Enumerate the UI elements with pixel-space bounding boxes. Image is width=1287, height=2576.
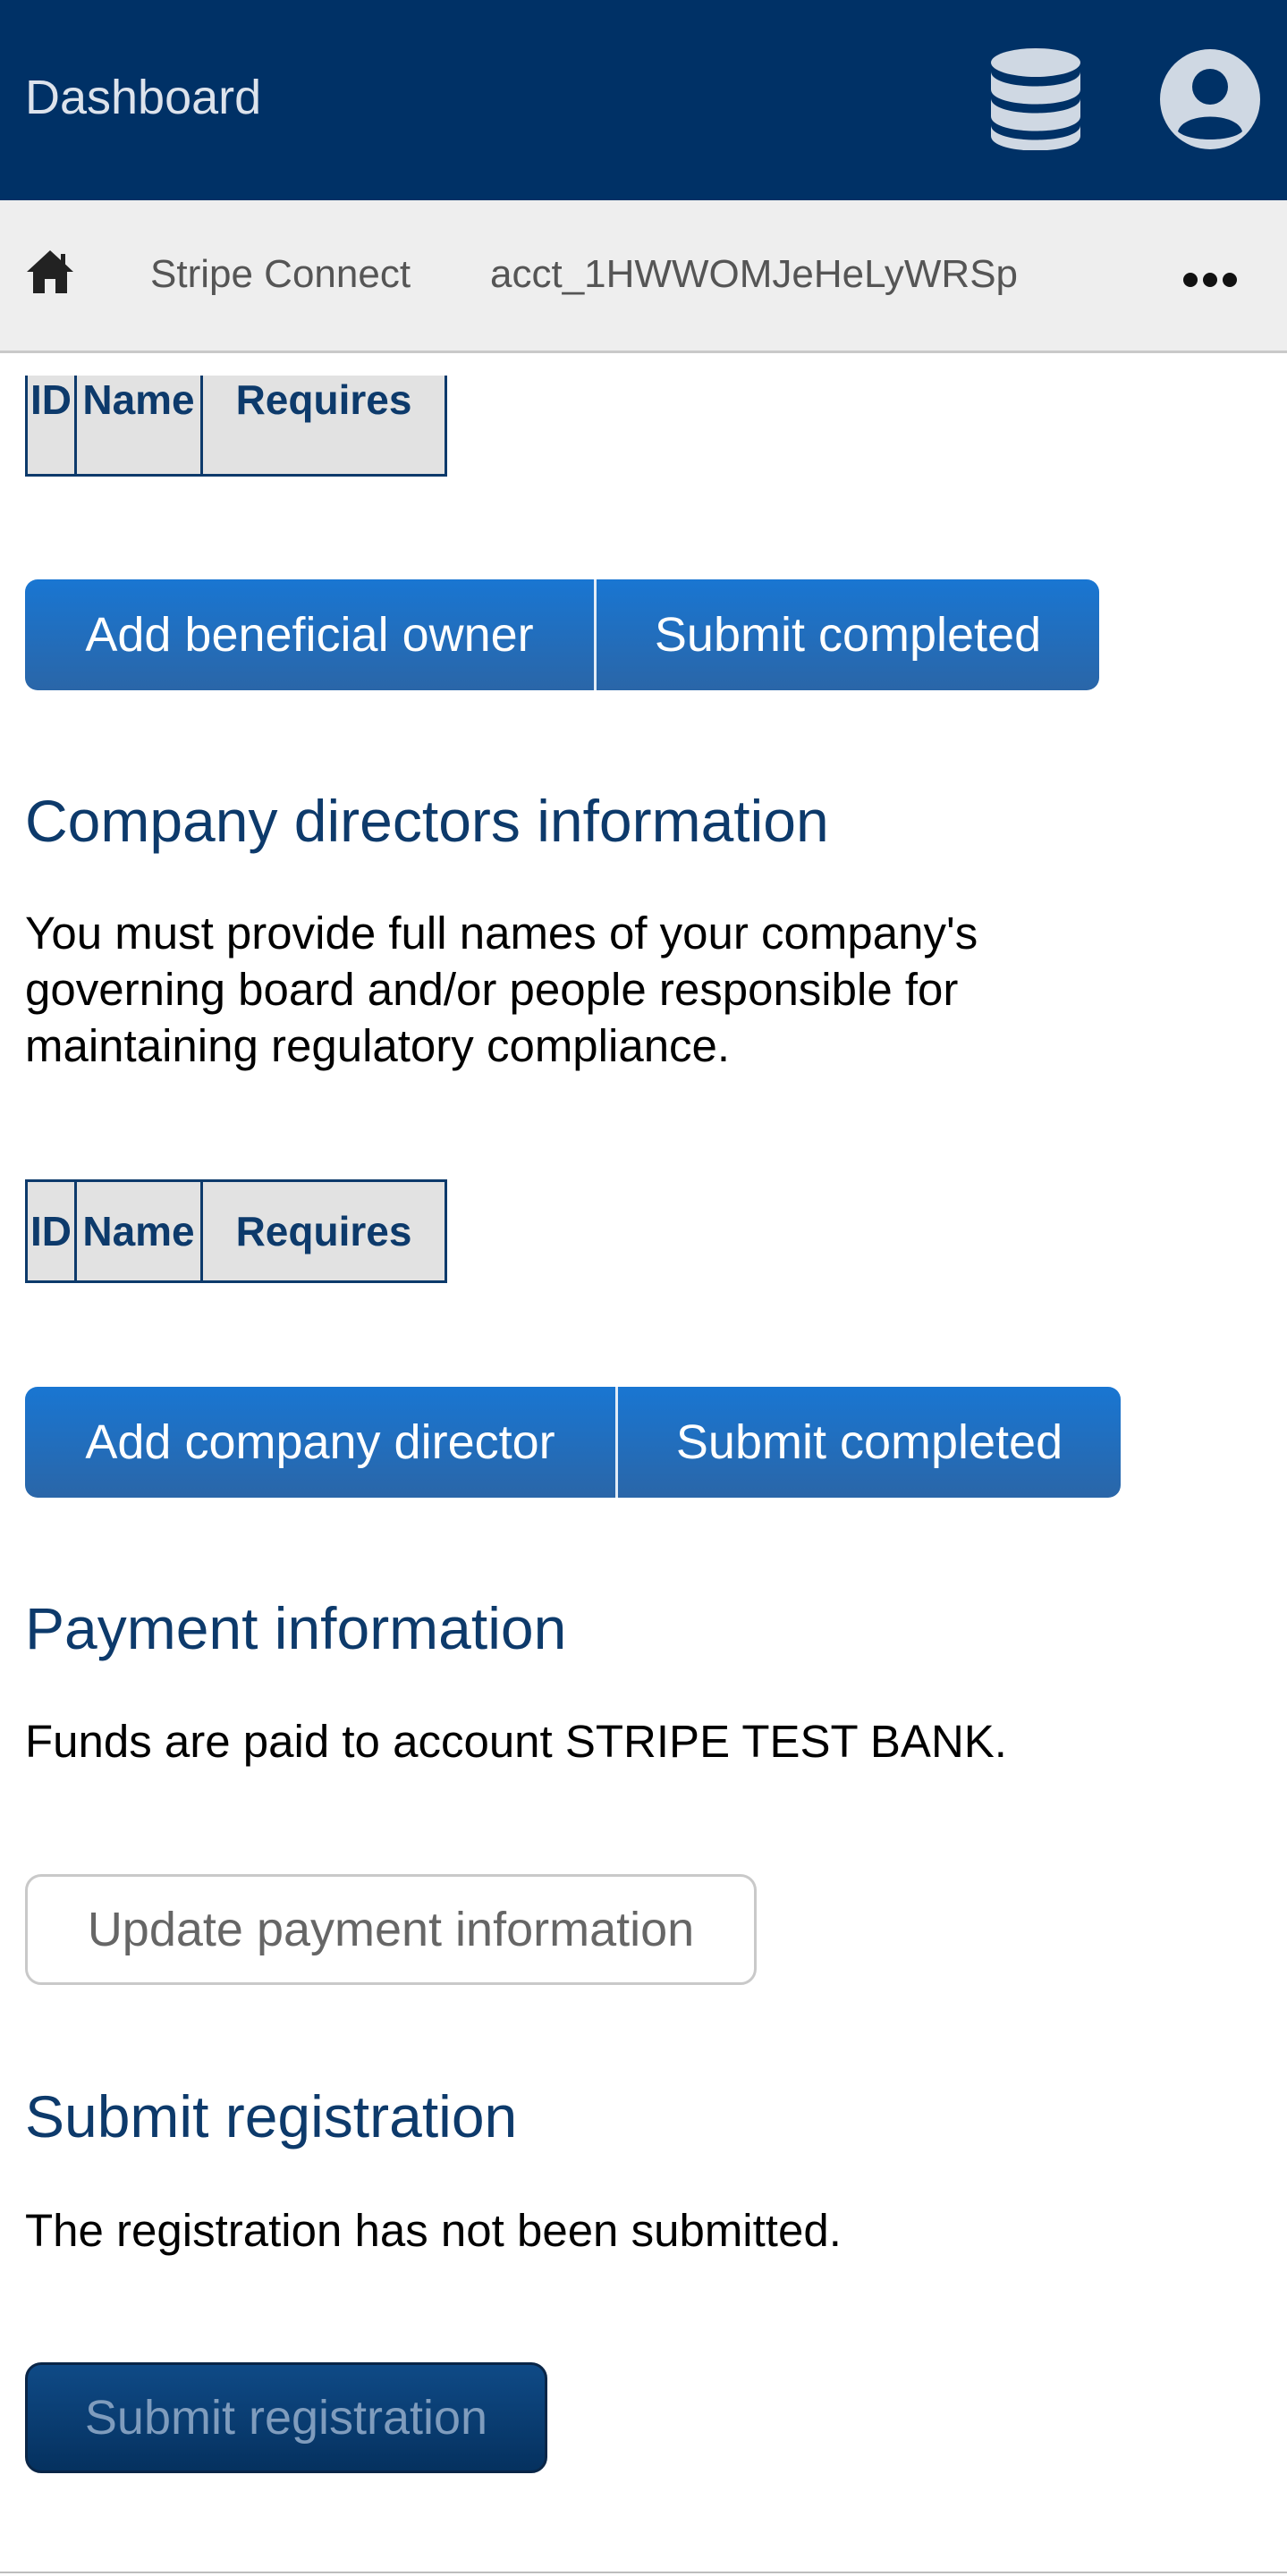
column-header-requires[interactable]: Requires bbox=[200, 376, 447, 477]
column-header-requires[interactable]: Requires bbox=[200, 1179, 447, 1283]
database-icon[interactable] bbox=[991, 48, 1080, 150]
company-director-actions: Add company director Submit completed bbox=[25, 1387, 1121, 1498]
update-payment-information-button[interactable]: Update payment information bbox=[25, 1874, 757, 1985]
directors-heading: Company directors information bbox=[25, 788, 829, 854]
column-header-name[interactable]: Name bbox=[74, 1179, 203, 1283]
add-beneficial-owner-button[interactable]: Add beneficial owner bbox=[25, 579, 594, 690]
user-circle-icon[interactable] bbox=[1160, 49, 1260, 149]
breadcrumb-item-stripe-connect[interactable]: Stripe Connect bbox=[150, 252, 411, 297]
button-divider bbox=[615, 1387, 618, 1498]
beneficial-owners-table: ID Name Requires bbox=[25, 376, 447, 477]
table-header-row: ID Name Requires bbox=[25, 1179, 447, 1283]
breadcrumb: Stripe Connect acct_1HWWOMJeHeLyWRSp bbox=[0, 200, 1287, 353]
payment-description: Funds are paid to account STRIPE TEST BA… bbox=[25, 1716, 1007, 1767]
table-header-row: ID Name Requires bbox=[25, 376, 447, 477]
submit-completed-directors-button[interactable]: Submit completed bbox=[618, 1387, 1121, 1498]
registration-heading: Submit registration bbox=[25, 2083, 518, 2149]
payment-heading: Payment information bbox=[25, 1595, 567, 1661]
column-header-name[interactable]: Name bbox=[74, 376, 203, 477]
column-header-id[interactable]: ID bbox=[25, 1179, 77, 1283]
more-horizontal-icon[interactable] bbox=[1182, 272, 1238, 288]
top-app-bar: Dashboard bbox=[0, 0, 1287, 200]
submit-registration-button[interactable]: Submit registration bbox=[25, 2362, 547, 2473]
app-title[interactable]: Dashboard bbox=[25, 70, 261, 125]
registration-status: The registration has not been submitted. bbox=[25, 2205, 842, 2256]
home-icon[interactable] bbox=[25, 247, 75, 297]
button-divider bbox=[594, 579, 597, 690]
add-company-director-button[interactable]: Add company director bbox=[25, 1387, 615, 1498]
beneficial-owner-actions: Add beneficial owner Submit completed bbox=[25, 579, 1099, 690]
footer-divider bbox=[0, 2572, 1287, 2573]
company-directors-table: ID Name Requires bbox=[25, 1179, 447, 1283]
breadcrumb-item-account[interactable]: acct_1HWWOMJeHeLyWRSp bbox=[490, 252, 1018, 297]
directors-description: You must provide full names of your comp… bbox=[25, 908, 978, 1071]
column-header-id[interactable]: ID bbox=[25, 376, 77, 477]
submit-completed-owners-button[interactable]: Submit completed bbox=[597, 579, 1099, 690]
